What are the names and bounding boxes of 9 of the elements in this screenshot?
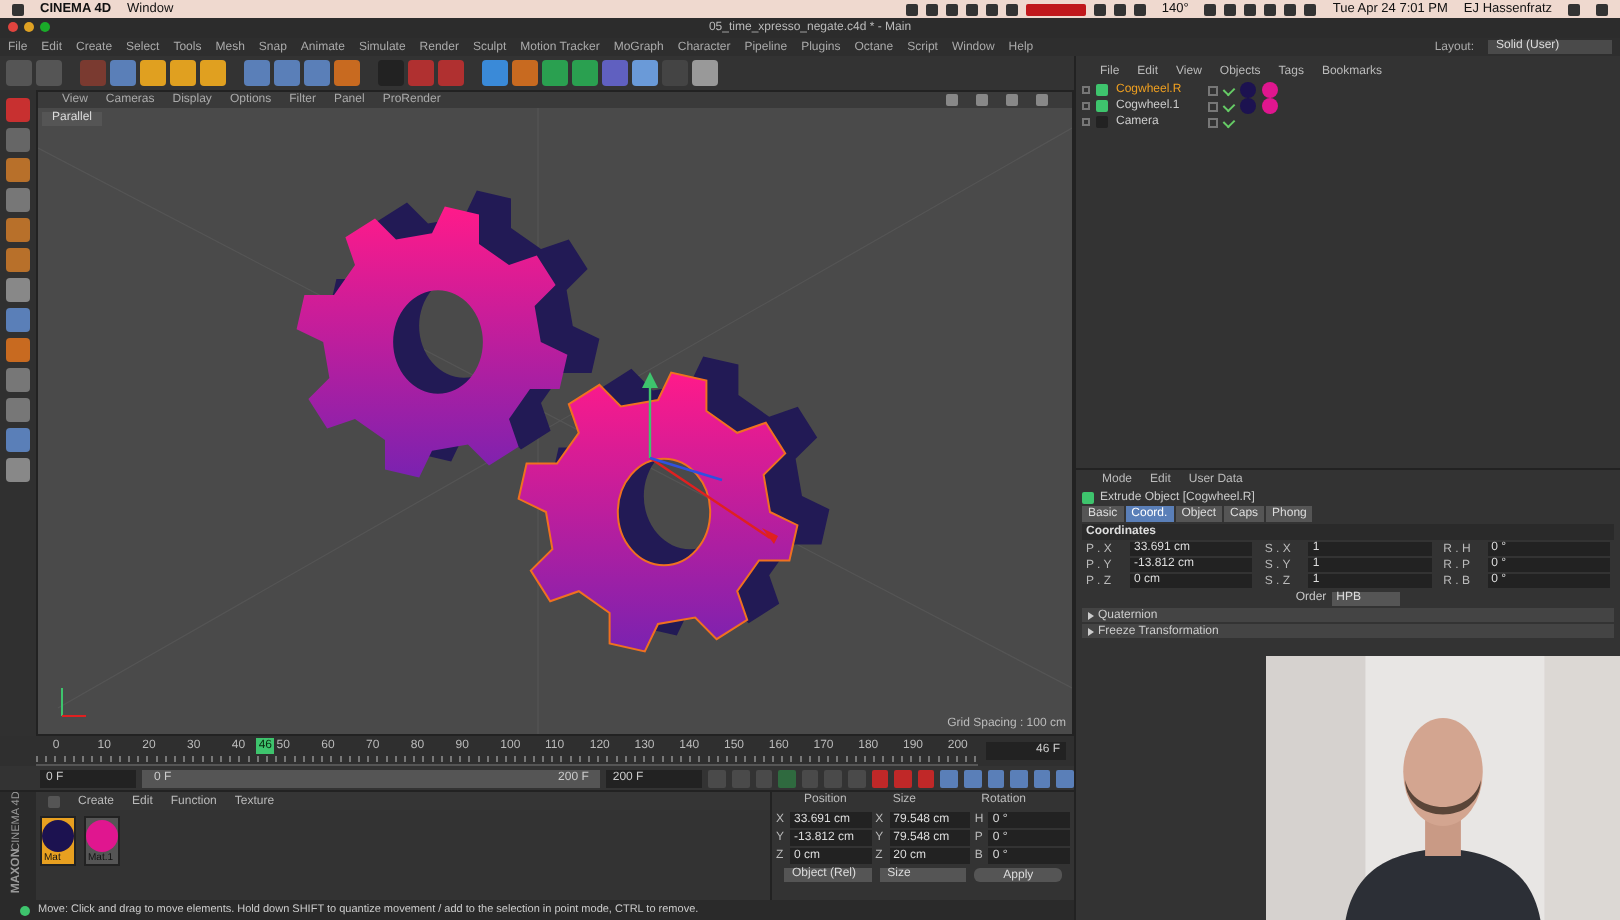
material-tag[interactable] xyxy=(1262,82,1278,98)
minimize-button[interactable] xyxy=(24,22,34,32)
material-tag[interactable] xyxy=(1262,98,1278,114)
gear-drawing[interactable] xyxy=(296,190,600,478)
gear-drawing[interactable] xyxy=(517,356,830,653)
zoom-button[interactable] xyxy=(40,22,50,32)
close-button[interactable] xyxy=(8,22,18,32)
axis-gizmo-icon[interactable] xyxy=(642,372,778,544)
triangle-icon[interactable] xyxy=(1088,627,1094,635)
